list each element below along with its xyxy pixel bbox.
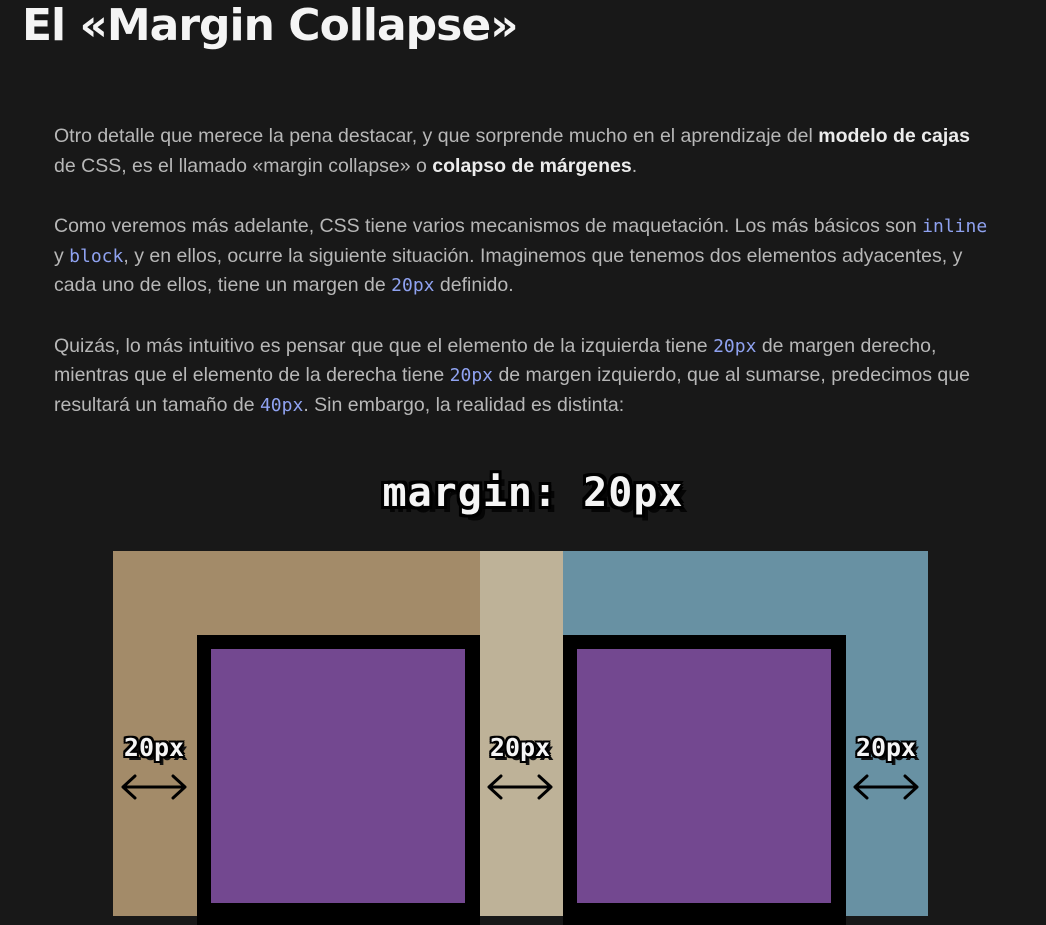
paragraph-3: Quizás, lo más intuitivo es pensar que q… bbox=[54, 332, 994, 421]
margin-collapse-diagram: 20px 20px 20px bbox=[113, 551, 928, 925]
left-box-content bbox=[211, 649, 465, 903]
measure-right-label: 20px bbox=[855, 733, 917, 762]
p3-text-1: Quizás, lo más intuitivo es pensar que q… bbox=[54, 334, 714, 357]
right-box-content bbox=[577, 649, 831, 903]
right-box bbox=[563, 635, 846, 925]
measure-left-label: 20px bbox=[123, 733, 185, 762]
measure-middle: 20px bbox=[486, 733, 554, 801]
page-title: El «Margin Collapse» bbox=[22, 0, 519, 51]
measure-left: 20px bbox=[120, 733, 188, 801]
p1-bold-2: colapso de márgenes bbox=[432, 154, 632, 177]
measure-middle-label: 20px bbox=[489, 733, 551, 762]
double-arrow-icon bbox=[121, 774, 187, 800]
p3-code-40px: 40px bbox=[259, 394, 304, 416]
p2-text-4: definido. bbox=[434, 274, 514, 296]
article-content: Otro detalle que merece la pena destacar… bbox=[54, 122, 994, 420]
diagram-title: margin: 20px bbox=[382, 470, 684, 516]
p1-bold-1: modelo de cajas bbox=[818, 125, 970, 147]
p2-text-1: Como veremos más adelante, CSS tiene var… bbox=[54, 215, 923, 237]
paragraph-2: Como veremos más adelante, CSS tiene var… bbox=[54, 212, 994, 301]
p2-text-2: y bbox=[54, 244, 70, 267]
double-arrow-icon bbox=[487, 774, 553, 800]
paragraph-1: Otro detalle que merece la pena destacar… bbox=[54, 122, 994, 181]
double-arrow-icon bbox=[853, 774, 919, 800]
left-box bbox=[197, 635, 480, 925]
p2-code-20px: 20px bbox=[391, 275, 435, 296]
p2-code-inline: inline bbox=[922, 216, 988, 237]
p3-text-4: . Sin embargo, la realidad es distinta: bbox=[303, 393, 625, 416]
p3-code-20px-a: 20px bbox=[713, 335, 757, 357]
p1-text-1: Otro detalle que merece la pena destacar… bbox=[54, 125, 819, 147]
p1-text-2: de CSS, es el llamado «margin collapse» … bbox=[54, 154, 433, 177]
measure-right: 20px bbox=[852, 733, 920, 801]
p2-code-block: block bbox=[69, 245, 124, 267]
p3-code-20px-b: 20px bbox=[449, 365, 494, 386]
p1-text-3: . bbox=[631, 154, 638, 177]
